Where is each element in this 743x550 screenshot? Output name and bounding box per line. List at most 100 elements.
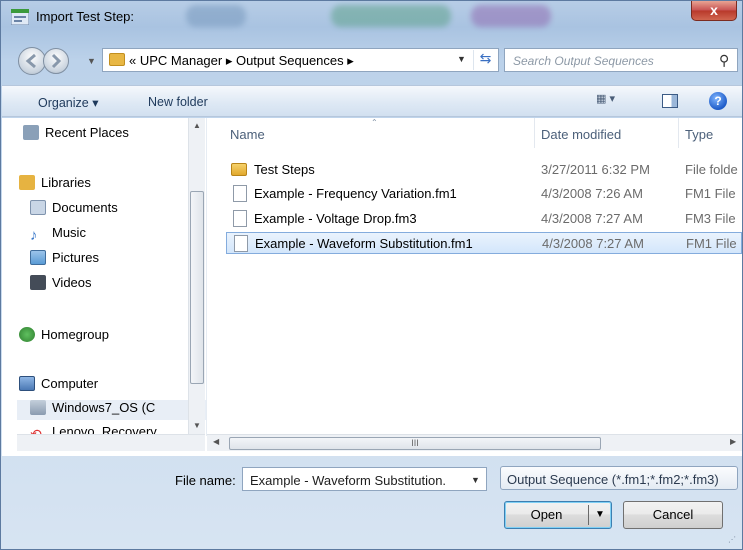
sidebar-item-windows7-os[interactable]: Windows7_OS (C xyxy=(17,400,206,420)
address-path[interactable]: « UPC Manager ▸ Output Sequences ▸ xyxy=(129,53,354,69)
documents-icon xyxy=(30,200,46,215)
file-name: Example - Voltage Drop.fm3 xyxy=(254,211,417,226)
file-icon xyxy=(233,185,247,202)
title-bar[interactable]: Import Test Step: x xyxy=(1,1,742,31)
file-row-voltage-drop[interactable]: Example - Voltage Drop.fm3 4/3/2008 7:27… xyxy=(226,208,742,230)
computer-icon xyxy=(19,376,35,391)
sidebar-item-label: Videos xyxy=(52,275,92,290)
sidebar-item-libraries[interactable]: Libraries xyxy=(19,175,91,195)
scroll-right-icon[interactable]: ▶ xyxy=(730,437,736,446)
split-divider xyxy=(588,505,589,525)
navigation-horizontal-scrollbar[interactable] xyxy=(17,434,205,451)
scrollbar-thumb[interactable]: III xyxy=(229,437,601,450)
file-row-frequency-variation[interactable]: Example - Frequency Variation.fm1 4/3/20… xyxy=(226,183,742,205)
scrollbar-thumb[interactable] xyxy=(190,191,204,384)
import-dialog: Import Test Step: x ▼ « UPC Manager ▸ Ou… xyxy=(0,0,743,550)
navigation-pane: Recent Places Libraries Documents ♪ Music… xyxy=(17,118,207,436)
column-divider[interactable] xyxy=(534,118,535,148)
file-date: 3/27/2011 6:32 PM xyxy=(541,162,650,177)
sidebar-item-label: Recent Places xyxy=(45,125,129,140)
address-bar[interactable]: « UPC Manager ▸ Output Sequences ▸ ▼ ⇆ xyxy=(102,48,499,72)
file-list-horizontal-scrollbar[interactable]: ◀ III ▶ xyxy=(207,434,742,451)
sidebar-item-label: Music xyxy=(52,225,86,240)
close-button[interactable]: x xyxy=(691,1,737,21)
file-icon xyxy=(234,235,248,252)
file-name: Example - Frequency Variation.fm1 xyxy=(254,186,457,201)
pictures-icon xyxy=(30,250,46,265)
music-icon: ♪ xyxy=(30,227,38,244)
file-date: 4/3/2008 7:27 AM xyxy=(541,211,643,226)
recent-places-icon xyxy=(23,125,39,140)
file-date: 4/3/2008 7:26 AM xyxy=(541,186,643,201)
back-arrow-icon xyxy=(25,53,36,69)
column-header-type[interactable]: Type xyxy=(685,118,713,148)
recent-pages-dropdown[interactable]: ▼ xyxy=(87,56,96,66)
column-header-name[interactable]: Name xyxy=(230,118,265,148)
file-date: 4/3/2008 7:27 AM xyxy=(542,236,644,251)
command-bar: Organize ▾ New folder ▦ ▾ ? xyxy=(2,85,742,117)
file-row-test-steps[interactable]: Test Steps 3/27/2011 6:32 PM File folde xyxy=(226,159,742,181)
help-icon[interactable]: ? xyxy=(709,92,727,110)
sidebar-item-label: Homegroup xyxy=(41,327,109,342)
sidebar-item-videos[interactable]: Videos xyxy=(30,275,92,295)
folder-icon xyxy=(109,53,125,66)
refresh-icon[interactable]: ⇆ xyxy=(473,50,497,70)
file-type-filter-value: Output Sequence (*.fm1;*.fm2;*.fm3) xyxy=(507,472,719,487)
file-name-dropdown[interactable]: ▼ xyxy=(471,475,480,485)
videos-icon xyxy=(30,275,46,290)
libraries-icon xyxy=(19,175,35,190)
search-icon[interactable]: ⚲ xyxy=(719,52,729,69)
resize-grip-icon[interactable]: ⋰ xyxy=(728,535,738,545)
forward-arrow-icon xyxy=(51,53,62,69)
scroll-left-icon[interactable]: ◀ xyxy=(213,437,219,446)
column-header-date[interactable]: Date modified xyxy=(541,118,621,148)
sidebar-item-pictures[interactable]: Pictures xyxy=(30,250,99,270)
file-name: Example - Waveform Substitution.fm1 xyxy=(255,236,473,251)
file-type: FM1 File xyxy=(686,236,737,251)
sidebar-item-music[interactable]: ♪ Music xyxy=(30,225,86,245)
sidebar-item-documents[interactable]: Documents xyxy=(30,200,118,220)
change-view-button[interactable]: ▦ ▾ xyxy=(596,92,638,110)
open-label: Open xyxy=(530,507,563,522)
file-row-waveform-substitution[interactable]: Example - Waveform Substitution.fm1 4/3/… xyxy=(226,232,742,254)
file-name-label: File name: xyxy=(175,473,236,488)
file-icon xyxy=(233,210,247,227)
search-input[interactable]: Search Output Sequences xyxy=(513,54,654,68)
file-name-input[interactable]: Example - Waveform Substitution. ▼ xyxy=(242,467,487,491)
blurred-background xyxy=(186,5,246,27)
open-button[interactable]: Open ▼ xyxy=(504,501,612,529)
scroll-down-icon[interactable]: ▼ xyxy=(193,421,201,430)
open-options-dropdown[interactable]: ▼ xyxy=(595,502,605,528)
forward-button[interactable] xyxy=(43,48,69,74)
new-folder-button[interactable]: New folder xyxy=(148,95,208,109)
sort-indicator-icon: ⌃ xyxy=(371,118,378,127)
sidebar-item-computer[interactable]: Computer xyxy=(19,376,98,396)
file-type: File folde xyxy=(685,162,738,177)
window-title: Import Test Step: xyxy=(36,9,135,24)
address-dropdown[interactable]: ▼ xyxy=(457,54,466,64)
sidebar-item-label: Computer xyxy=(41,376,99,391)
blurred-background xyxy=(471,5,551,27)
homegroup-icon xyxy=(19,327,35,342)
drive-icon xyxy=(30,400,46,415)
navigation-scrollbar[interactable]: ▲ ▼ xyxy=(188,118,205,436)
sidebar-item-recent-places[interactable]: Recent Places xyxy=(23,125,129,145)
file-type: FM1 File xyxy=(685,186,736,201)
sidebar-item-label: Libraries xyxy=(41,175,91,190)
sidebar-item-label: Pictures xyxy=(52,250,99,265)
file-name-value[interactable]: Example - Waveform Substitution. xyxy=(250,473,446,488)
scroll-up-icon[interactable]: ▲ xyxy=(193,121,201,130)
sidebar-item-label: Windows7_OS (C xyxy=(52,400,156,415)
organize-button[interactable]: Organize ▾ xyxy=(38,95,98,110)
blurred-background xyxy=(331,5,451,27)
sidebar-item-homegroup[interactable]: Homegroup xyxy=(19,327,109,347)
file-type-filter[interactable]: Output Sequence (*.fm1;*.fm2;*.fm3) xyxy=(500,466,738,490)
search-box[interactable]: Search Output Sequences ⚲ xyxy=(504,48,738,72)
folder-icon xyxy=(231,163,247,176)
file-type: FM3 File xyxy=(685,211,736,226)
column-divider[interactable] xyxy=(678,118,679,148)
preview-pane-icon[interactable] xyxy=(662,94,678,108)
sidebar-item-label: Documents xyxy=(52,200,118,215)
cancel-button[interactable]: Cancel xyxy=(623,501,723,529)
back-button[interactable] xyxy=(18,47,46,75)
